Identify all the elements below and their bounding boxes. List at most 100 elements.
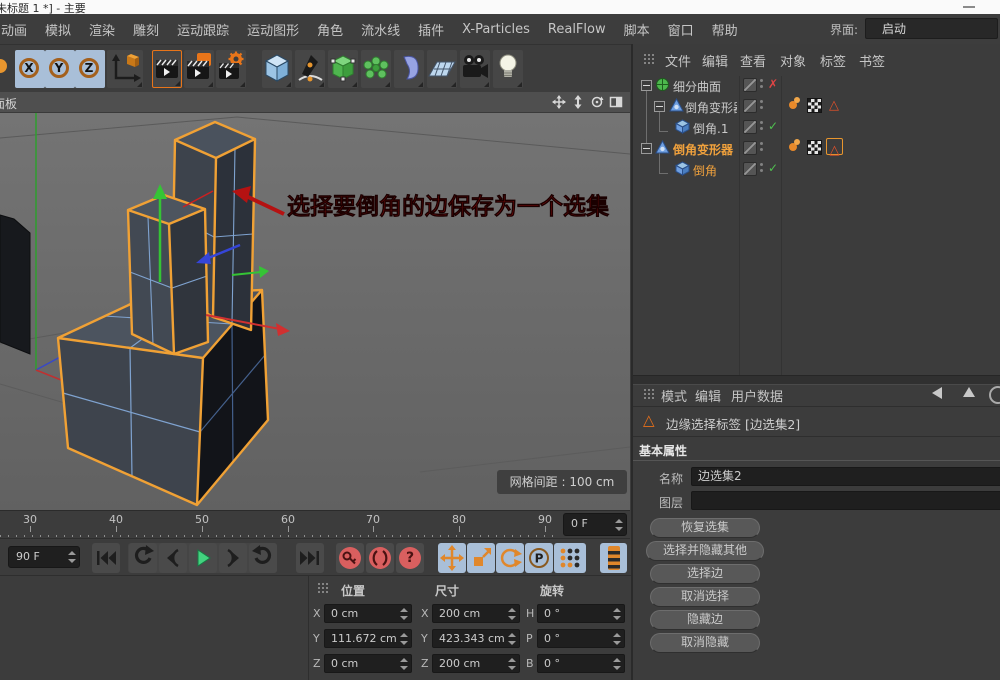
unhide-button[interactable]: 取消隐藏	[650, 633, 760, 653]
key-pla-toggle[interactable]	[554, 543, 586, 573]
pos-x-field[interactable]: 0 cm	[324, 604, 412, 623]
om-menu-tags[interactable]: 标签	[820, 51, 846, 70]
am-menu-userdata[interactable]: 用户数据	[731, 386, 783, 405]
menu-item-animation[interactable]: 动画	[0, 20, 36, 39]
enabled-toggle[interactable]: ✓	[768, 161, 778, 175]
spline-pen-button[interactable]	[295, 50, 325, 88]
coordinate-system-button[interactable]	[107, 50, 143, 88]
key-scale-toggle[interactable]	[467, 543, 495, 573]
render-visibility-toggle[interactable]	[743, 99, 757, 113]
render-view-button[interactable]	[152, 50, 182, 88]
rot-h-field[interactable]: 0 °	[537, 604, 625, 623]
interface-dropdown[interactable]: 启动	[865, 18, 998, 39]
camera-button[interactable]	[460, 50, 490, 88]
lock-x-axis-button[interactable]: X	[15, 50, 45, 88]
viewport-scene[interactable]: 选择要倒角的边保存为一个选集	[0, 92, 630, 510]
restore-selection-button[interactable]: 恢复选集	[650, 518, 760, 538]
size-z-field[interactable]: 200 cm	[432, 654, 520, 673]
end-frame-spinner[interactable]	[68, 551, 76, 563]
key-parameter-toggle[interactable]: P	[525, 543, 553, 573]
play-button[interactable]	[189, 543, 217, 573]
pos-y-field[interactable]: 111.672 cm	[324, 629, 412, 648]
keyframe-selection-button[interactable]: ?	[396, 543, 424, 573]
search-icon[interactable]	[989, 386, 1000, 404]
name-field[interactable]: 边选集2	[691, 467, 1000, 486]
panel-grip-icon[interactable]	[643, 388, 656, 401]
deselect-button[interactable]: 取消选择	[650, 587, 760, 607]
expand-toggle-icon[interactable]	[641, 80, 652, 91]
lock-y-axis-button[interactable]: Y	[45, 50, 75, 88]
panel-grip-icon[interactable]	[317, 582, 330, 595]
goto-start-button[interactable]	[92, 543, 120, 573]
end-frame-field[interactable]: 90 F	[8, 546, 80, 568]
render-visibility-toggle[interactable]	[743, 162, 757, 176]
om-menu-objects[interactable]: 对象	[780, 51, 806, 70]
visibility-dots[interactable]	[760, 142, 763, 145]
expand-toggle-icon[interactable]	[641, 143, 652, 154]
menu-item-plugins[interactable]: 插件	[409, 20, 453, 39]
rot-b-field[interactable]: 0 °	[537, 654, 625, 673]
menu-item-help[interactable]: 帮助	[703, 20, 747, 39]
am-menu-edit[interactable]: 编辑	[695, 386, 721, 405]
section-basic-properties[interactable]: 基本属性	[639, 442, 687, 459]
om-menu-view[interactable]: 查看	[740, 51, 766, 70]
menu-item-simulate[interactable]: 模拟	[36, 20, 80, 39]
om-menu-file[interactable]: 文件	[665, 51, 691, 70]
history-back-icon[interactable]	[932, 387, 942, 399]
size-x-field[interactable]: 200 cm	[432, 604, 520, 623]
visibility-dots[interactable]	[760, 79, 763, 82]
menu-item-script[interactable]: 脚本	[615, 20, 659, 39]
expand-toggle-icon[interactable]	[654, 101, 665, 112]
edge-selection-tag-active[interactable]: △	[826, 138, 843, 155]
visibility-dots[interactable]	[760, 100, 763, 103]
light-button[interactable]	[493, 50, 523, 88]
menu-item-pipeline[interactable]: 流水线	[352, 20, 409, 39]
viewport-maximize-icon[interactable]	[609, 95, 623, 109]
size-y-field[interactable]: 423.343 cm	[432, 629, 520, 648]
key-position-toggle[interactable]	[438, 543, 466, 573]
menu-item-motion-tracker[interactable]: 运动跟踪	[168, 20, 238, 39]
phong-tag-icon[interactable]	[789, 143, 797, 151]
environment-button[interactable]	[394, 50, 424, 88]
am-menu-mode[interactable]: 模式	[661, 386, 687, 405]
floor-button[interactable]	[427, 50, 457, 88]
timeline-ruler[interactable]: 30 40 50 60 70 80 90 0 F	[0, 510, 630, 539]
phong-tag-icon[interactable]	[789, 101, 797, 109]
visibility-dots[interactable]	[760, 121, 763, 124]
panel-grip-icon[interactable]	[643, 53, 656, 66]
render-settings-button[interactable]	[216, 50, 246, 88]
menu-item-xparticles[interactable]: X-Particles	[453, 22, 539, 37]
autokey-button[interactable]	[366, 543, 394, 573]
current-frame-field[interactable]: 0 F	[563, 513, 627, 536]
minimize-button[interactable]	[963, 6, 975, 8]
primitive-cube-button[interactable]	[262, 50, 292, 88]
next-frame-button[interactable]	[219, 543, 247, 573]
edge-selection-tag-icon[interactable]: △	[829, 99, 839, 112]
viewport-panel-menu[interactable]: 面板	[0, 95, 17, 112]
render-visibility-toggle[interactable]	[743, 78, 757, 92]
parent-up-icon[interactable]	[963, 387, 975, 397]
rot-p-field[interactable]: 0 °	[537, 629, 625, 648]
goto-end-button[interactable]	[296, 543, 324, 573]
generators-button[interactable]	[328, 50, 358, 88]
render-visibility-toggle[interactable]	[743, 120, 757, 134]
frame-spinner[interactable]	[615, 519, 623, 531]
viewport-dolly-icon[interactable]	[571, 95, 585, 109]
visibility-dots[interactable]	[760, 163, 763, 166]
menu-item-sculpt[interactable]: 雕刻	[124, 20, 168, 39]
panel-splitter[interactable]	[633, 375, 1000, 385]
keyframe-film-button[interactable]	[600, 543, 627, 573]
viewport-rotate-icon[interactable]	[590, 95, 604, 109]
key-rotation-toggle[interactable]	[496, 543, 524, 573]
menu-item-mograph[interactable]: 运动图形	[238, 20, 308, 39]
viewport-pan-icon[interactable]	[552, 95, 566, 109]
select-edges-button[interactable]: 选择边	[650, 564, 760, 584]
render-visibility-toggle[interactable]	[743, 141, 757, 155]
menu-item-window[interactable]: 窗口	[659, 20, 703, 39]
menu-item-realflow[interactable]: RealFlow	[539, 22, 615, 37]
menu-item-render[interactable]: 渲染	[80, 20, 124, 39]
om-menu-edit[interactable]: 编辑	[702, 51, 728, 70]
select-and-hide-others-button[interactable]: 选择并隐藏其他	[646, 541, 764, 561]
record-keyframe-button[interactable]	[336, 543, 364, 573]
uvw-tag-icon[interactable]	[807, 140, 822, 155]
